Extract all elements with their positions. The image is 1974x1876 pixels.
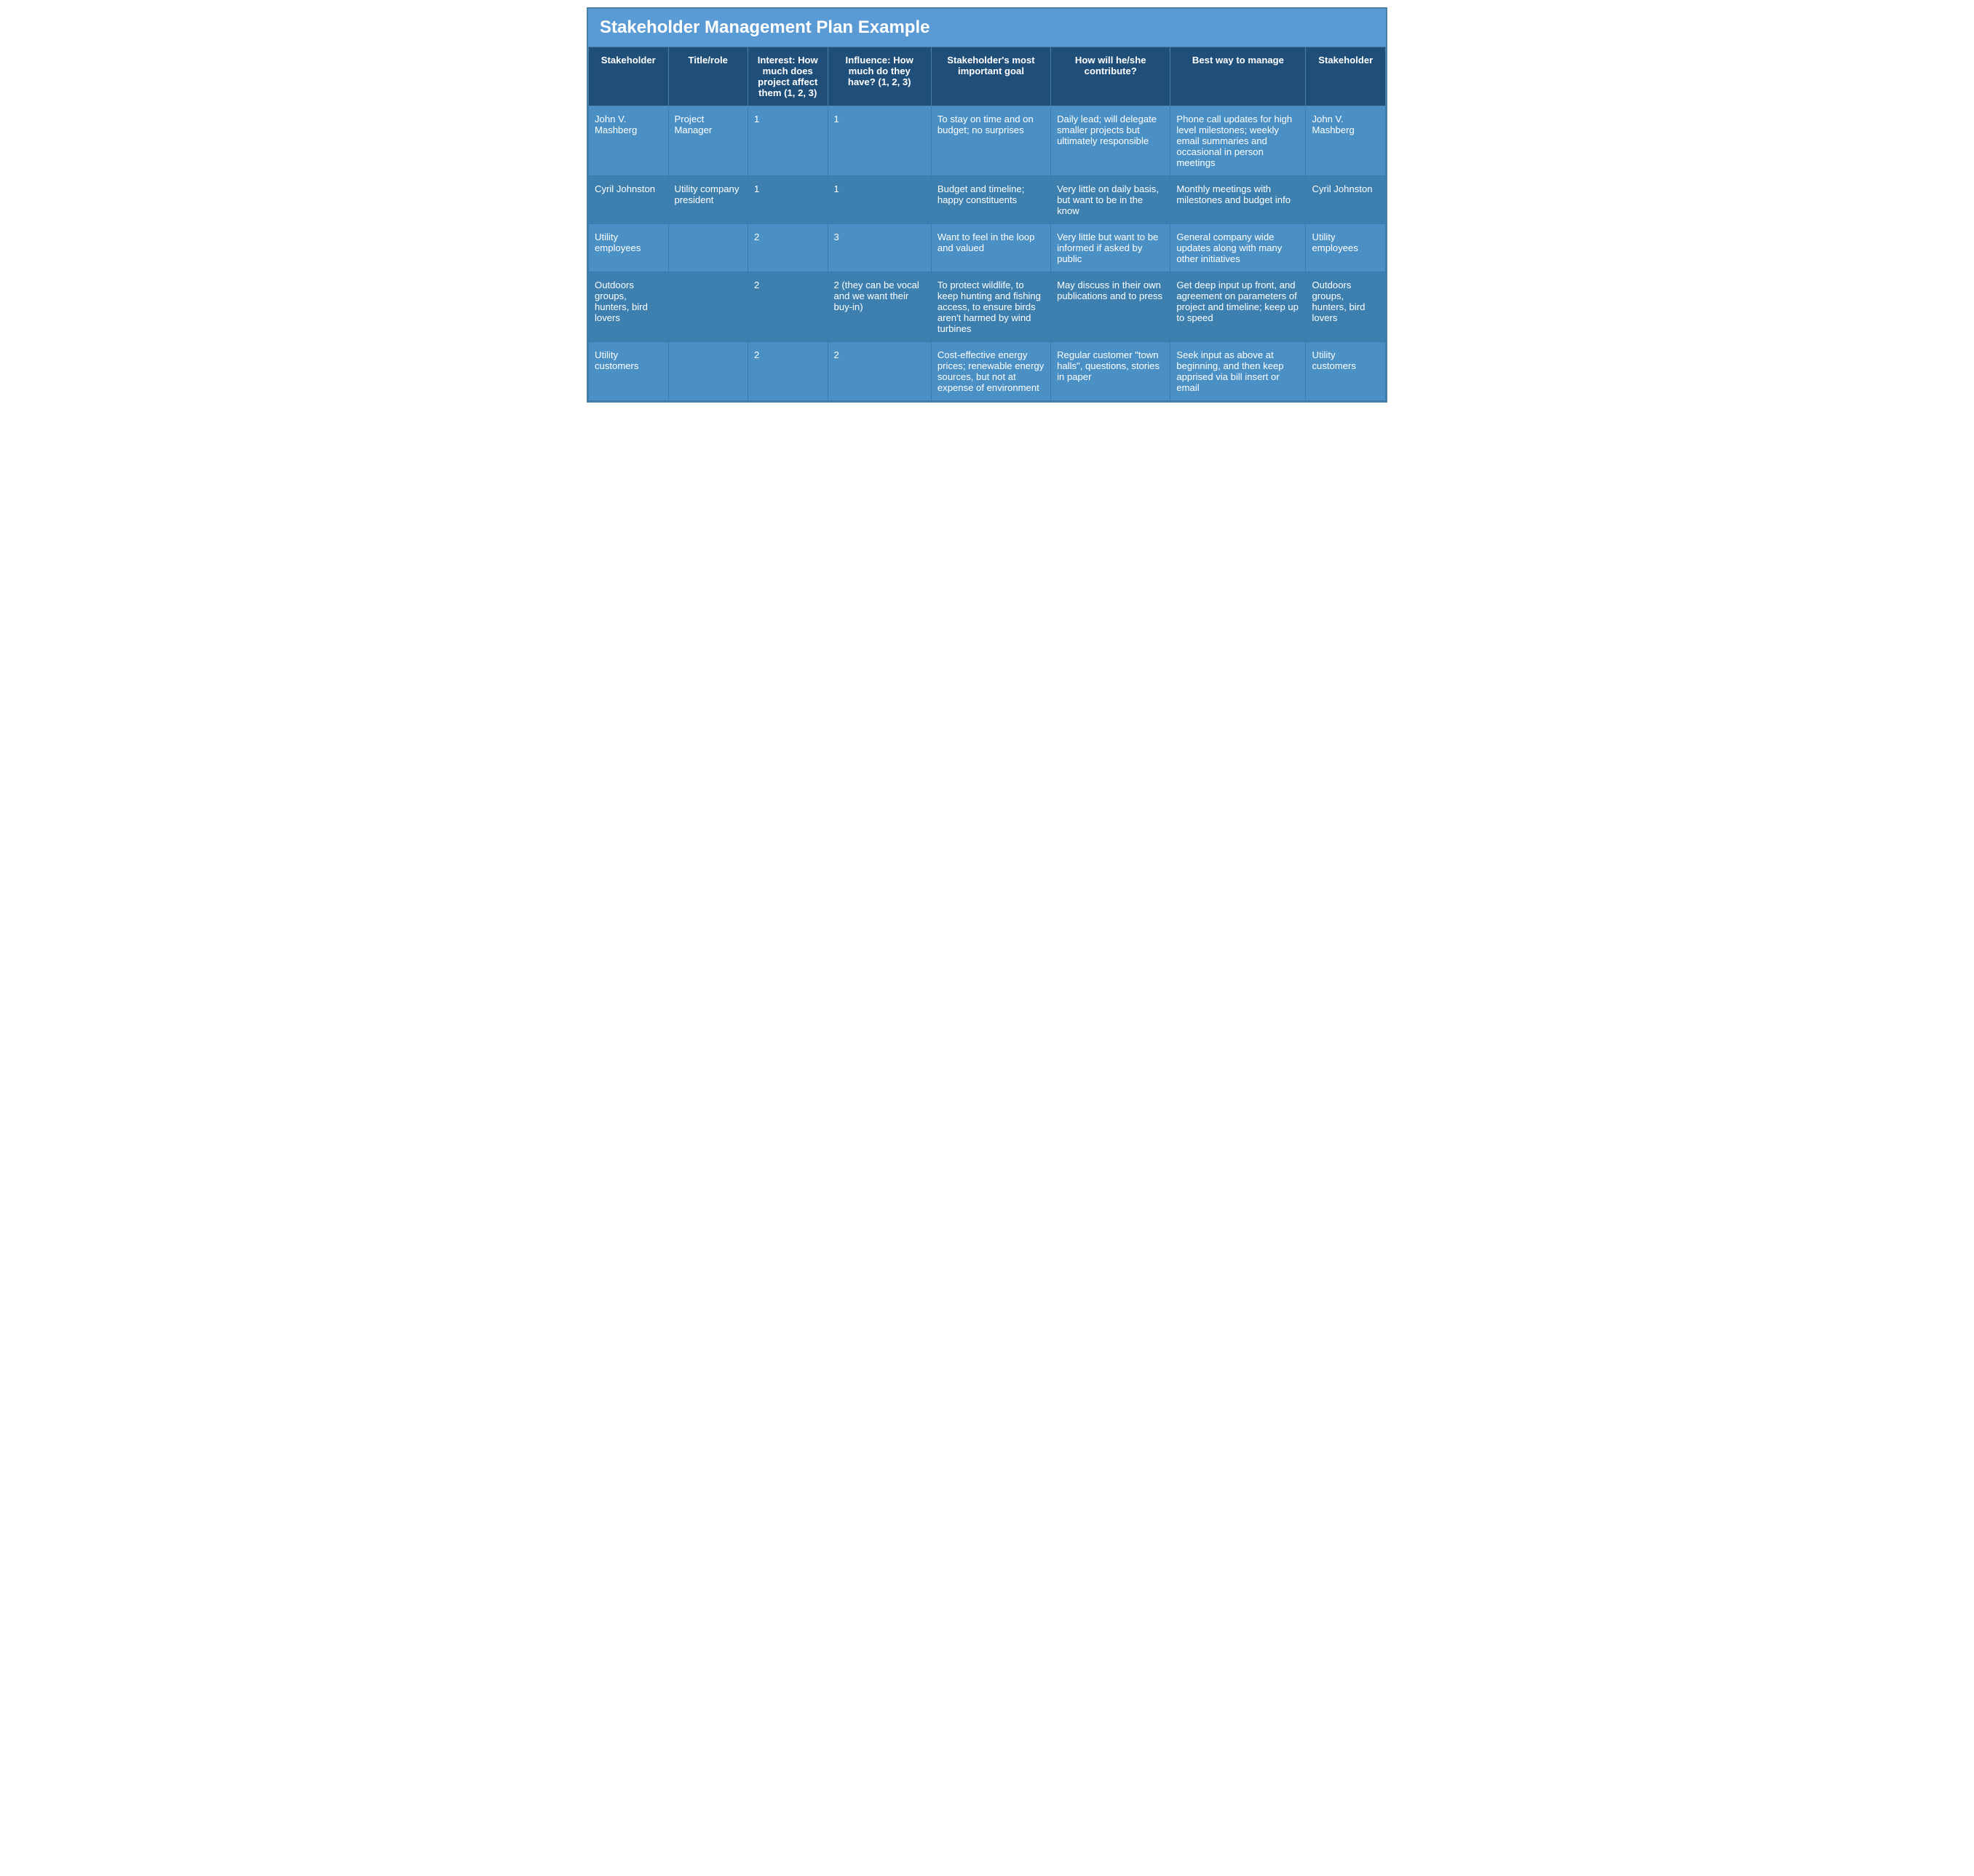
cell-interest: 1 — [748, 106, 828, 176]
cell-goal: Want to feel in the loop and valued — [931, 224, 1050, 272]
cell-goal: Budget and timeline; happy constituents — [931, 176, 1050, 224]
cell-contribute: Very little but want to be informed if a… — [1051, 224, 1170, 272]
table-row: Outdoors groups, hunters, bird lovers 22 … — [589, 272, 1386, 342]
header-influence: Influence: How much do they have? (1, 2,… — [828, 47, 931, 106]
cell-stakeholder: Outdoors groups, hunters, bird lovers — [589, 272, 669, 342]
cell-stakeholder: John V. Mashberg — [589, 106, 669, 176]
cell-influence: 2 — [828, 342, 931, 401]
cell-manage: Monthly meetings with milestones and bud… — [1170, 176, 1306, 224]
cell-manage: Seek input as above at beginning, and th… — [1170, 342, 1306, 401]
table-row: Cyril JohnstonUtility company president1… — [589, 176, 1386, 224]
cell-contribute: Very little on daily basis, but want to … — [1051, 176, 1170, 224]
cell-title-role — [668, 224, 748, 272]
cell-title-role — [668, 272, 748, 342]
table-row: John V. MashbergProject Manager11To stay… — [589, 106, 1386, 176]
header-stakeholder2: Stakeholder — [1306, 47, 1386, 106]
header-manage: Best way to manage — [1170, 47, 1306, 106]
cell-stakeholder2: Cyril Johnston — [1306, 176, 1386, 224]
cell-title-role — [668, 342, 748, 401]
cell-title-role: Utility company president — [668, 176, 748, 224]
cell-influence: 3 — [828, 224, 931, 272]
stakeholder-table: Stakeholder Title/role Interest: How muc… — [588, 47, 1386, 401]
cell-stakeholder2: Outdoors groups, hunters, bird lovers — [1306, 272, 1386, 342]
cell-influence: 1 — [828, 106, 931, 176]
cell-interest: 1 — [748, 176, 828, 224]
cell-interest: 2 — [748, 272, 828, 342]
cell-goal: To protect wildlife, to keep hunting and… — [931, 272, 1050, 342]
page-title: Stakeholder Management Plan Example — [588, 9, 1386, 47]
cell-manage: General company wide updates along with … — [1170, 224, 1306, 272]
cell-stakeholder: Utility customers — [589, 342, 669, 401]
cell-manage: Phone call updates for high level milest… — [1170, 106, 1306, 176]
page-wrapper: Stakeholder Management Plan Example Stak… — [587, 7, 1387, 403]
cell-interest: 2 — [748, 224, 828, 272]
cell-contribute: Daily lead; will delegate smaller projec… — [1051, 106, 1170, 176]
header-interest: Interest: How much does project affect t… — [748, 47, 828, 106]
cell-stakeholder: Cyril Johnston — [589, 176, 669, 224]
cell-influence: 2 (they can be vocal and we want their b… — [828, 272, 931, 342]
header-title-role: Title/role — [668, 47, 748, 106]
cell-goal: To stay on time and on budget; no surpri… — [931, 106, 1050, 176]
header-contribute: How will he/she contribute? — [1051, 47, 1170, 106]
cell-stakeholder: Utility employees — [589, 224, 669, 272]
table-row: Utility employees 23Want to feel in the l… — [589, 224, 1386, 272]
cell-stakeholder2: Utility employees — [1306, 224, 1386, 272]
cell-contribute: Regular customer "town halls", questions… — [1051, 342, 1170, 401]
header-row: Stakeholder Title/role Interest: How muc… — [589, 47, 1386, 106]
table-row: Utility customers22Cost-effective energy… — [589, 342, 1386, 401]
cell-goal: Cost-effective energy prices; renewable … — [931, 342, 1050, 401]
cell-interest: 2 — [748, 342, 828, 401]
cell-stakeholder2: Utility customers — [1306, 342, 1386, 401]
table-body: John V. MashbergProject Manager11To stay… — [589, 106, 1386, 401]
header-stakeholder: Stakeholder — [589, 47, 669, 106]
header-goal: Stakeholder's most important goal — [931, 47, 1050, 106]
cell-contribute: May discuss in their own publications an… — [1051, 272, 1170, 342]
cell-title-role: Project Manager — [668, 106, 748, 176]
cell-manage: Get deep input up front, and agreement o… — [1170, 272, 1306, 342]
cell-stakeholder2: John V. Mashberg — [1306, 106, 1386, 176]
cell-influence: 1 — [828, 176, 931, 224]
